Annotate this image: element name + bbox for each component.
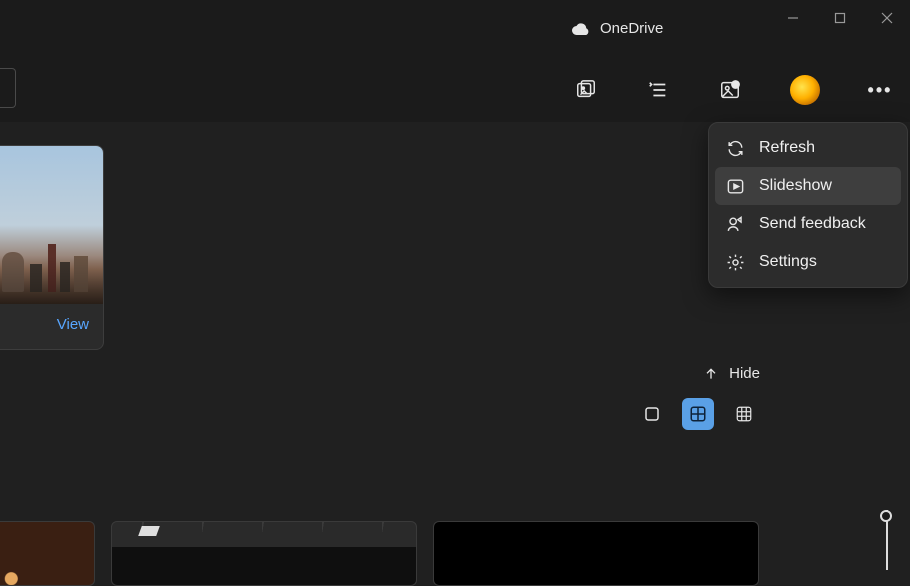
thumbnail-size-toggles <box>636 398 760 430</box>
menu-refresh-label: Refresh <box>759 139 815 157</box>
size-large-button[interactable] <box>636 398 668 430</box>
thumbnail-item[interactable] <box>111 521 417 586</box>
gear-icon <box>725 252 745 272</box>
partial-ui-fragment <box>0 68 16 108</box>
svg-text:↓: ↓ <box>734 83 737 89</box>
view-link[interactable]: View <box>0 304 103 333</box>
close-button[interactable] <box>863 0 910 36</box>
menu-settings-label: Settings <box>759 253 817 271</box>
filter-list-icon[interactable] <box>646 78 670 102</box>
thumbnail-strip <box>0 521 759 586</box>
photo-card[interactable]: View <box>0 145 104 350</box>
avatar[interactable] <box>790 75 820 105</box>
import-icon[interactable] <box>574 78 598 102</box>
menu-slideshow-label: Slideshow <box>759 177 832 195</box>
titlebar: OneDrive <box>0 0 910 50</box>
app-title-text: OneDrive <box>600 20 663 37</box>
refresh-icon <box>725 138 745 158</box>
more-menu: Refresh Slideshow Send feedback Settings <box>708 122 908 288</box>
scrollbar-thumb[interactable] <box>880 510 892 522</box>
menu-settings[interactable]: Settings <box>715 243 901 281</box>
menu-send-feedback-label: Send feedback <box>759 215 866 233</box>
menu-refresh[interactable]: Refresh <box>715 129 901 167</box>
more-button[interactable]: ••• <box>868 78 892 102</box>
window-controls <box>769 0 910 36</box>
arrow-up-icon <box>703 366 719 382</box>
app-title: OneDrive <box>572 20 663 37</box>
more-icon: ••• <box>868 80 893 101</box>
thumbnail-item[interactable] <box>433 521 759 586</box>
maximize-button[interactable] <box>816 0 863 36</box>
feedback-icon <box>725 214 745 234</box>
thumbnail-item[interactable] <box>0 521 95 586</box>
menu-send-feedback[interactable]: Send feedback <box>715 205 901 243</box>
menu-slideshow[interactable]: Slideshow <box>715 167 901 205</box>
photo-thumbnail <box>0 146 103 304</box>
size-medium-button[interactable] <box>682 398 714 430</box>
hide-button[interactable]: Hide <box>703 365 760 382</box>
size-small-button[interactable] <box>728 398 760 430</box>
cloud-icon <box>572 23 590 35</box>
toolbar: ↓ ••• <box>574 75 892 105</box>
minimize-button[interactable] <box>769 0 816 36</box>
hide-label: Hide <box>729 365 760 382</box>
background-image-icon[interactable]: ↓ <box>718 78 742 102</box>
slideshow-icon <box>725 176 745 196</box>
